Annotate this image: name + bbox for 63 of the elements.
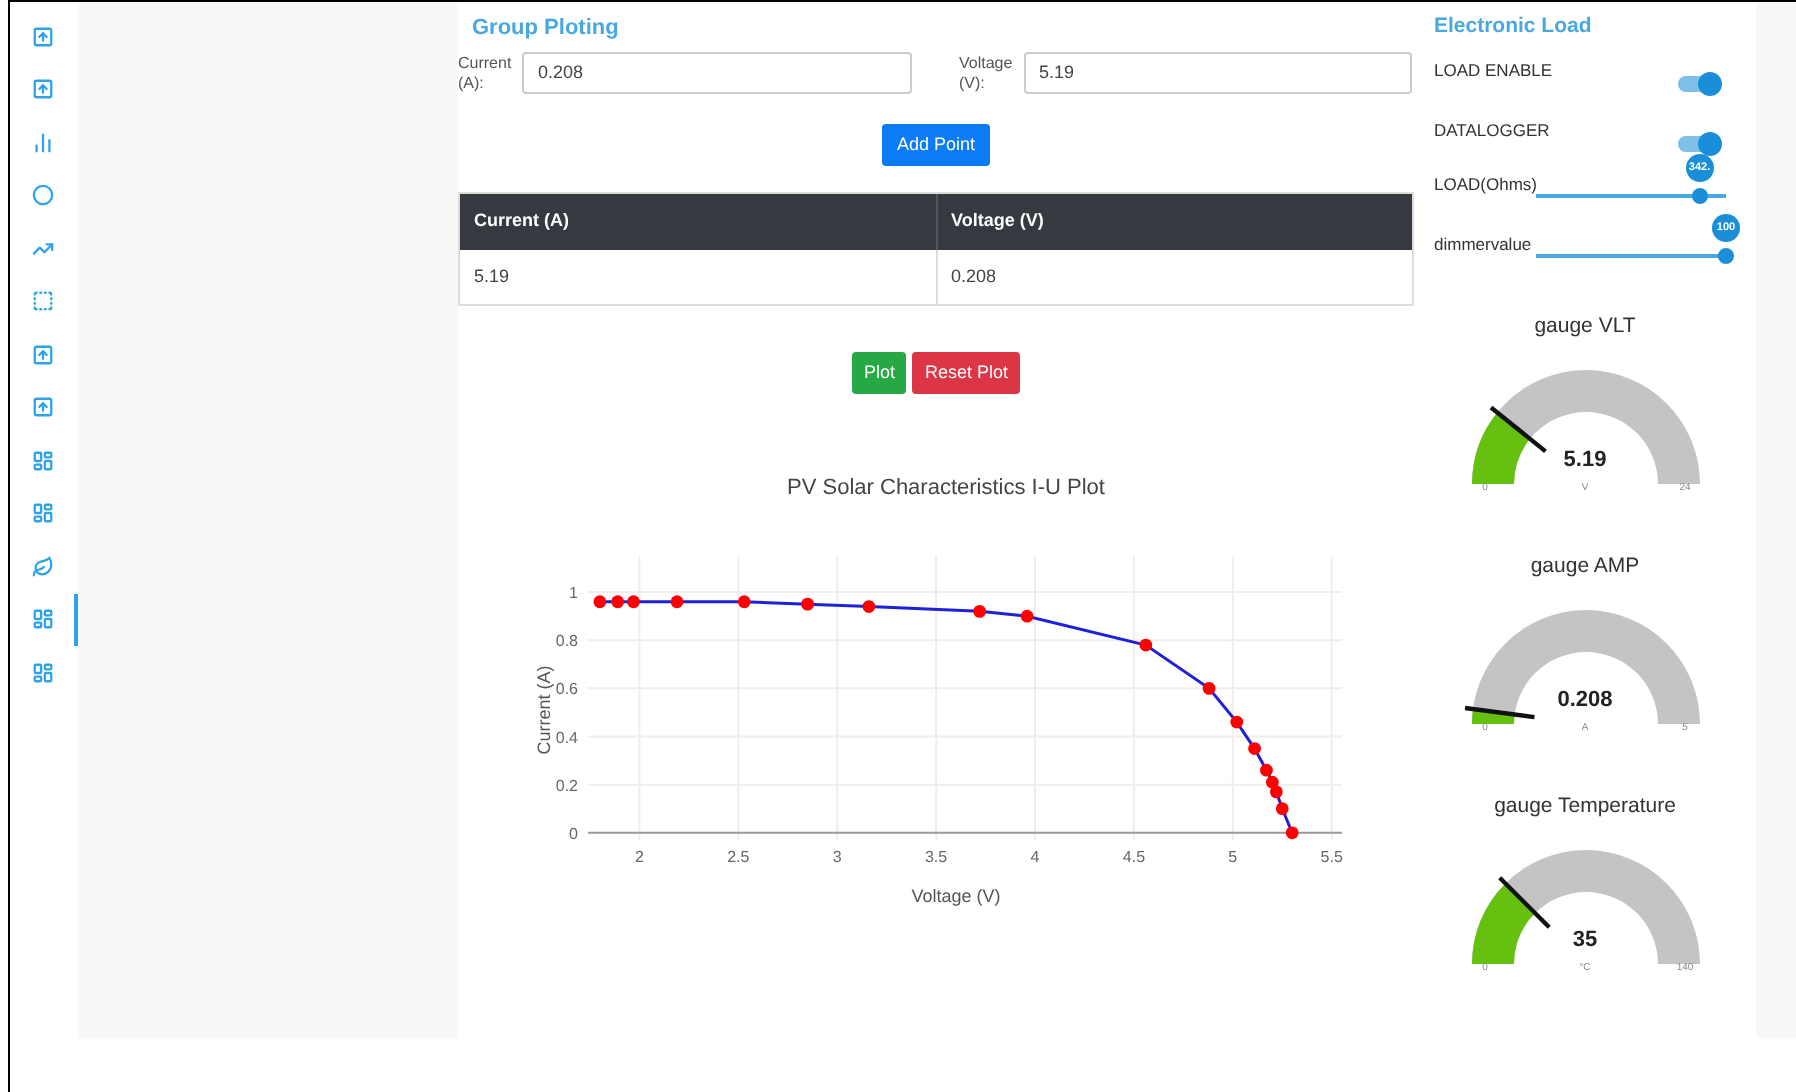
gauge-title: gauge AMP (1530, 552, 1640, 582)
toggle-switch[interactable] (1678, 136, 1716, 152)
gauge-needle (1497, 876, 1550, 929)
gauge-title: gauge VLT (1534, 312, 1636, 342)
leaf-icon (31, 555, 53, 578)
chart-title: PV Solar Characteristics I-U Plot (787, 474, 1105, 504)
y-tick-label: 1 (569, 583, 580, 602)
x-tick-label: 5.5 (1320, 847, 1344, 865)
input-field[interactable]: 5.19 (1023, 52, 1412, 94)
x-tick-label: 3 (832, 847, 843, 865)
circle-icon (31, 184, 53, 207)
dashboard-icon (31, 608, 53, 631)
gauge-value: 0.208 (1557, 688, 1613, 714)
upload-box-icon (31, 78, 53, 101)
y-tick-label: 0.4 (555, 727, 580, 746)
x-tick-label: 2.5 (727, 847, 751, 865)
section-title: Group Ploting (470, 14, 621, 44)
toggle-label: LOAD ENABLE (1434, 58, 1555, 84)
line-chart-icon (31, 237, 53, 260)
gauge-fill (1471, 709, 1514, 724)
dashboard-icon (31, 661, 53, 684)
gauge-needle (1463, 705, 1534, 720)
bar-chart-icon (31, 131, 53, 154)
toggle-switch[interactable] (1678, 76, 1716, 92)
dashboard-icon (31, 502, 53, 525)
y-tick-label: 0.2 (555, 775, 580, 794)
x-tick-label: 3.5 (924, 847, 949, 865)
upload-box-icon (31, 343, 53, 366)
x-axis-title: Voltage (V) (911, 885, 1001, 905)
column-header: Current (A) (472, 208, 571, 235)
x-tick-label: 2 (634, 847, 645, 865)
section-title: Electronic Load (1434, 12, 1594, 42)
x-tick-label: 4.5 (1122, 847, 1147, 865)
plot-button[interactable]: Plot (851, 352, 907, 394)
slider-label: dimmervalue (1434, 232, 1534, 258)
x-tick-label: 5 (1228, 847, 1239, 865)
dashed-square-icon (31, 290, 53, 313)
upload-box-icon (31, 396, 53, 419)
slider-thumb[interactable] (1691, 188, 1708, 204)
gauge-value: 5.19 (1563, 448, 1607, 474)
slider-thumb[interactable] (1718, 248, 1734, 264)
slider-label: LOAD(Ohms) (1434, 172, 1537, 198)
toggle-label: DATALOGGER (1434, 118, 1552, 144)
input-field[interactable]: 0.208 (522, 52, 911, 94)
table-cell-text: 5.19 (472, 263, 512, 290)
y-axis-title: Current (A) (534, 664, 554, 754)
reset-plot-button[interactable]: Reset Plot (912, 352, 1021, 394)
gauge-fill (1471, 883, 1535, 964)
gauge-value: 35 (1572, 928, 1598, 954)
add-point-button[interactable]: Add Point (882, 124, 990, 166)
y-tick-label: 0 (569, 823, 580, 842)
column-header: Voltage (V) (935, 194, 1412, 250)
gauge-fill (1471, 412, 1529, 484)
field-label: Voltage (V): (959, 53, 1013, 93)
table-cell: 0.208 (935, 250, 1412, 304)
gauge-title: gauge Temperature (1494, 792, 1676, 822)
field-label: Current (A): (458, 53, 512, 93)
y-tick-label: 0.6 (555, 679, 580, 698)
upload-box-icon (31, 25, 53, 48)
x-tick-label: 4 (1030, 847, 1041, 865)
gauge-needle (1488, 405, 1546, 454)
y-tick-label: 0.8 (555, 631, 580, 650)
dashboard-icon (31, 449, 53, 472)
